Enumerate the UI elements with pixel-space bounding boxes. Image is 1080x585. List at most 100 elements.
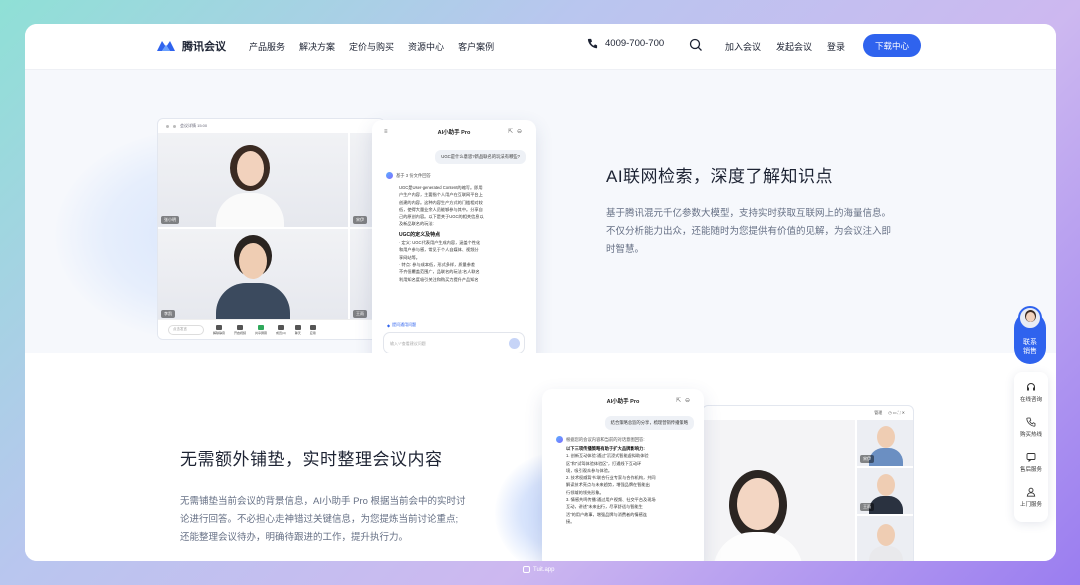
account-links: 加入会议 发起会议 登录: [725, 40, 845, 53]
contact-sales-button[interactable]: 联系 销售: [1014, 306, 1046, 364]
side-item-label: 在线咨询: [1019, 397, 1042, 403]
share-screen-button[interactable]: 共享屏幕: [255, 324, 267, 335]
answer-line: 低，使得大量业余人员能够参与其中。分享自: [399, 206, 483, 212]
ai-answer-text: 以下三项传播策略有助于扩大品牌影响力: 1. 创新互动体验:通过“沉浸式智能虚拟…: [566, 445, 698, 525]
participant-face: [737, 478, 779, 530]
answer-line: UGC是User-generated Content的缩写。即用: [399, 185, 483, 190]
send-icon[interactable]: [509, 338, 520, 349]
answer-line: 及新品联名的玩法:: [399, 221, 434, 227]
main-nav: 产品服务 解决方案 定价与购买 资源中心 客户案例: [249, 40, 494, 53]
after-sales-button[interactable]: 售后服务: [1014, 452, 1048, 473]
meeting-info-text: 会议详情 15:00: [180, 123, 208, 128]
watermark-label: Tuit.app: [533, 566, 555, 573]
ai-panel-header: AI小助手 Pro ⇱⊖: [542, 389, 704, 413]
phone-contact[interactable]: 4009-700-700: [587, 38, 664, 49]
answer-line: 解读技术亮点与未来趋势，增强品牌在智能出: [566, 482, 650, 488]
microphone-icon: [216, 324, 222, 330]
phone-number: 4009-700-700: [605, 38, 665, 49]
participant-body: [713, 532, 803, 561]
panel-actions-icon[interactable]: ⇱⊖: [508, 128, 526, 135]
join-meeting-link[interactable]: 加入会议: [725, 40, 761, 53]
side-item-label: 售后服务: [1019, 467, 1042, 473]
phone-icon: [587, 38, 598, 49]
section1-description: 基于腾讯混元千亿参数大模型，支持实时获取互联网上的海量信息。 不仅分析能力出众，…: [606, 205, 936, 259]
answer-line: 己的原创内容。以下是关于UGC的相关信息以: [399, 214, 484, 220]
answer-line: · 定义: UGC代表用户生成内容，涵盖个性化: [399, 240, 481, 246]
video-tile: 张小明: [158, 133, 348, 227]
input-placeholder: 输入“/”查看建议问题: [390, 341, 426, 346]
camera-icon: [237, 324, 244, 330]
answer-line: 接。: [566, 518, 575, 524]
answer-line: 不齐但覆盖范围广，品联名的玩法:名人联名: [399, 269, 480, 275]
participant-body: [869, 448, 903, 466]
window-controls-icon[interactable]: ◷ ▭ ⛶ ✕: [888, 410, 905, 415]
participant-name: 王雨: [860, 503, 874, 511]
onsite-service-button[interactable]: 上门服务: [1014, 487, 1048, 508]
login-link[interactable]: 登录: [827, 40, 845, 53]
participant-body: [869, 546, 903, 561]
ai-panel-header: ≡ AI小助手 Pro ⇱⊖: [372, 120, 536, 144]
mute-button[interactable]: 解除静音: [213, 324, 226, 335]
logo[interactable]: 腾讯会议: [156, 38, 226, 54]
participant-face: [877, 474, 895, 496]
chip-icon: ◆: [387, 322, 391, 328]
nav-item-cases[interactable]: 客户案例: [458, 40, 494, 53]
answer-line: 利用知名度吸引关注和购买力提升产品知名: [399, 276, 479, 282]
ai-question-input[interactable]: 输入“/”查看建议问题: [383, 332, 525, 354]
suggested-question-chip[interactable]: ◆ 提问通用问题: [387, 322, 416, 328]
answer-line: 户生产内容，主要指个人用户在互联网平台上: [399, 192, 483, 198]
panel-actions-icon[interactable]: ⇱⊖: [676, 397, 694, 404]
manage-label[interactable]: 管理: [874, 410, 882, 416]
app-icon: [523, 566, 530, 573]
contact-sales-label: 联系 销售: [1014, 338, 1046, 356]
purchase-hotline-button[interactable]: 购买热线: [1014, 417, 1048, 438]
nav-item-solutions[interactable]: 解决方案: [299, 40, 335, 53]
ai-avatar-icon: [386, 172, 393, 179]
participant-face: [877, 426, 895, 448]
video-button[interactable]: 开启视频: [234, 324, 246, 335]
user-question-bubble: 结合策略总监的分享，梳理营销传播策略: [604, 416, 694, 430]
participant-name: 宋伊: [353, 216, 367, 224]
chat-button[interactable]: 聊天: [294, 324, 301, 335]
toolbar-label: 解除静音: [213, 330, 226, 335]
ai-avatar-icon: [556, 436, 563, 443]
source-label: 基于 3 份文件回答: [396, 172, 431, 178]
contact-label-line: 销售: [1023, 348, 1037, 355]
meeting-titlebar: 管理 ◷ ▭ ⛶ ✕: [703, 406, 913, 419]
online-consult-button[interactable]: 在线咨询: [1014, 382, 1048, 403]
nav-item-resources[interactable]: 资源中心: [408, 40, 444, 53]
answer-subheading: UGC的定义及特点: [399, 231, 441, 238]
side-item-label: 上门服务: [1019, 502, 1042, 508]
apps-button[interactable]: 应用: [309, 324, 316, 335]
answer-line: 2. 技术权威背书:联合行业专家与合作机构，共同: [566, 475, 656, 481]
section-realtime-summary: 无需额外铺垫，实时整理会议内容 无需铺垫当前会议的背景信息，AI小助手 Pro …: [25, 353, 1056, 561]
meeting-titlebar: 会议详情 15:00: [158, 119, 384, 133]
participant-name: 李凯: [161, 310, 175, 318]
menu-icon[interactable]: ≡: [384, 129, 388, 135]
download-center-button[interactable]: 下载中心: [863, 34, 921, 57]
nav-item-products[interactable]: 产品服务: [249, 40, 285, 53]
answer-line: 区”和“试驾体验体验区”，打通线下互动环: [566, 460, 642, 466]
section1-title: AI联网检索，深度了解知识点: [606, 167, 834, 186]
start-meeting-link[interactable]: 发起会议: [776, 40, 812, 53]
ai-answer-source[interactable]: 基于 3 份文件回答: [386, 172, 431, 179]
contact-label-line: 联系: [1023, 339, 1037, 346]
window-dot-icon: [173, 124, 176, 128]
answer-line: 行领域的领先形象。: [566, 489, 604, 495]
answer-line: 享网站等。: [399, 254, 420, 260]
members-button[interactable]: 成员(4): [276, 324, 286, 335]
participant-face: [237, 151, 264, 186]
window-dot-icon: [166, 124, 169, 128]
participant-face: [239, 243, 267, 279]
chat-input[interactable]: 点击发言: [168, 324, 204, 335]
chat-icon: [294, 324, 301, 330]
nav-item-pricing[interactable]: 定价与购买: [349, 40, 394, 53]
video-tile: 李凯: [158, 229, 348, 321]
section2-description: 无需铺垫当前会议的背景信息，AI小助手 Pro 根据当前会中的实时讨 论进行回答…: [180, 493, 520, 547]
description-line: 还能整理会议待办，明确待跟进的工作，提升执行力。: [180, 532, 409, 543]
toolbar-label: 应用: [309, 330, 316, 335]
source-label: 根据您的会议内容和当前的对话意图回答:: [566, 436, 645, 442]
participant-body: [869, 496, 903, 514]
description-line: 不仅分析能力出众，还能随时为您提供有价值的见解，为会议注入即: [606, 226, 892, 237]
search-icon[interactable]: [689, 38, 703, 52]
